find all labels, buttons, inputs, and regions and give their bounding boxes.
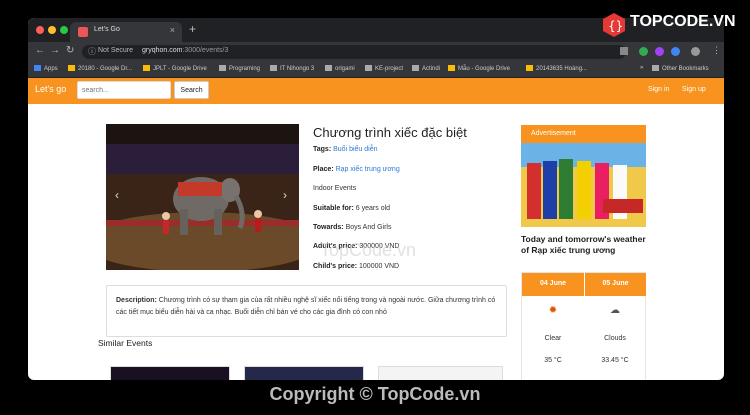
apps-icon [34,65,41,71]
event-image-carousel[interactable]: ‹ › [106,124,299,270]
favicon-icon [78,27,88,37]
info-icon[interactable]: ⓘ [88,46,96,57]
bookmark-item[interactable]: 20143635 Hoàng... [526,65,587,72]
copyright-footer: Copyright © TopCode.vn [269,384,481,404]
folder-icon [412,65,419,71]
not-secure-label: Not Secure [98,47,134,54]
browser-window: Let's Go × + ← → ↻ ⓘ Not Secure gryqhon.… [28,18,724,380]
similar-event-card[interactable] [110,366,230,380]
drive-icon [68,65,75,71]
close-window-icon[interactable] [36,26,44,34]
similar-event-card[interactable] [244,366,364,380]
reload-icon[interactable]: ↻ [66,45,74,56]
weather-table: 04 June 05 June ✹ ☁ Clear Clouds 35 °C 3… [521,272,646,380]
event-place: Place: Rạp xiếc trung ương [313,166,400,173]
weather-date: 04 June [522,273,584,296]
screenshot-stage: Let's Go × + ← → ↻ ⓘ Not Secure gryqhon.… [0,0,750,415]
carousel-next-icon[interactable]: › [283,188,287,202]
maximize-window-icon[interactable] [60,26,68,34]
event-suitable: Suitable for: 6 years old [313,205,391,212]
event-child-price: Child's price: 100000 VND [313,263,400,270]
tab-title: Let's Go [94,26,120,33]
cloud-icon: ☁ [610,305,620,316]
bookmark-item[interactable]: Actindi [412,65,440,72]
svg-text:{}: {} [608,19,623,33]
bookmark-star-icon[interactable] [620,47,628,55]
bookmark-item[interactable]: JPLT - Google Drive [143,65,207,72]
similar-event-card[interactable] [378,366,503,380]
drive-icon [448,65,455,71]
menu-icon[interactable]: ⋮ [712,45,721,56]
circus-elephant-photo [106,124,299,270]
new-tab-icon[interactable]: + [189,22,196,36]
bookmark-item[interactable]: 20180 - Google Dr... [68,65,132,72]
bookmarks-overflow-icon[interactable]: » [640,65,643,71]
drive-icon [143,65,150,71]
bookmark-other[interactable]: Other Bookmarks [652,65,709,72]
bookmark-item[interactable]: KE-project [365,65,403,72]
sign-in-link[interactable]: Sign in [648,86,669,93]
folder-icon [652,65,659,71]
bookmark-apps[interactable]: Apps [34,65,58,72]
event-description: Description: Chương trình có sự tham gia… [106,285,507,337]
weather-title: Today and tomorrow's weather of Rạp xiếc… [521,234,646,255]
drive-icon [526,65,533,71]
profile-avatar-icon[interactable] [691,47,700,56]
weather-date: 05 June [584,273,646,296]
minimize-window-icon[interactable] [48,26,56,34]
carousel-prev-icon[interactable]: ‹ [115,188,119,202]
bookmark-item[interactable]: origami [325,65,355,72]
tab-close-icon[interactable]: × [170,25,175,35]
weather-condition: Clouds [604,335,626,342]
site-brand[interactable]: Let's go [35,84,66,94]
url-text: gryqhon.com:3000/events/3 [142,47,229,54]
event-tags: Tags: Buổi biểu diễn [313,146,378,153]
folder-icon [325,65,332,71]
folder-icon [270,65,277,71]
advertisement-image[interactable] [521,143,646,227]
sun-icon: ✹ [548,305,558,316]
folder-icon [365,65,372,71]
weather-temp: 35 °C [544,357,562,364]
bookmark-item[interactable]: Mẫu - Google Drive [448,65,510,72]
power-rangers-banner [521,143,646,227]
address-toolbar: ← → ↻ ⓘ Not Secure gryqhon.com:3000/even… [28,42,724,62]
advertisement-panel: Advertisement [521,125,646,227]
search-button[interactable]: Search [174,81,209,99]
event-type: Indoor Events [313,185,357,192]
tag-link[interactable]: Buổi biểu diễn [333,146,377,153]
url-bar[interactable]: ⓘ Not Secure gryqhon.com:3000/events/3 [82,45,626,59]
watermark-center: TopCode.vn [320,240,417,260]
bookmark-item[interactable]: Programing [219,65,260,72]
topcode-logo-icon: {} [603,13,625,37]
sign-up-link[interactable]: Sign up [682,86,706,93]
event-title: Chương trình xiếc đặc biệt [313,125,467,140]
search-input[interactable] [77,81,171,99]
place-link[interactable]: Rạp xiếc trung ương [336,166,400,173]
weather-condition: Clear [544,335,562,342]
weather-temp: 33.45 °C [601,357,629,364]
watermark-brand: TOPCODE.VN [630,13,736,30]
bookmarks-bar: Apps 20180 - Google Dr... JPLT - Google … [28,62,724,78]
similar-events-heading: Similar Events [98,338,153,348]
forward-icon[interactable]: → [50,45,60,56]
site-navbar: Let's go Search Sign in Sign up [28,78,724,104]
folder-icon [219,65,226,71]
extension-icon[interactable] [655,47,664,56]
extension-icon[interactable] [671,47,680,56]
bookmark-item[interactable]: IT Nihongo 3 [270,65,314,72]
browser-tab[interactable]: Let's Go × [70,22,182,42]
back-icon[interactable]: ← [35,45,45,56]
advertisement-title: Advertisement [521,125,646,143]
extension-icon[interactable] [639,47,648,56]
event-towards: Towards: Boys And Girls [313,224,392,231]
